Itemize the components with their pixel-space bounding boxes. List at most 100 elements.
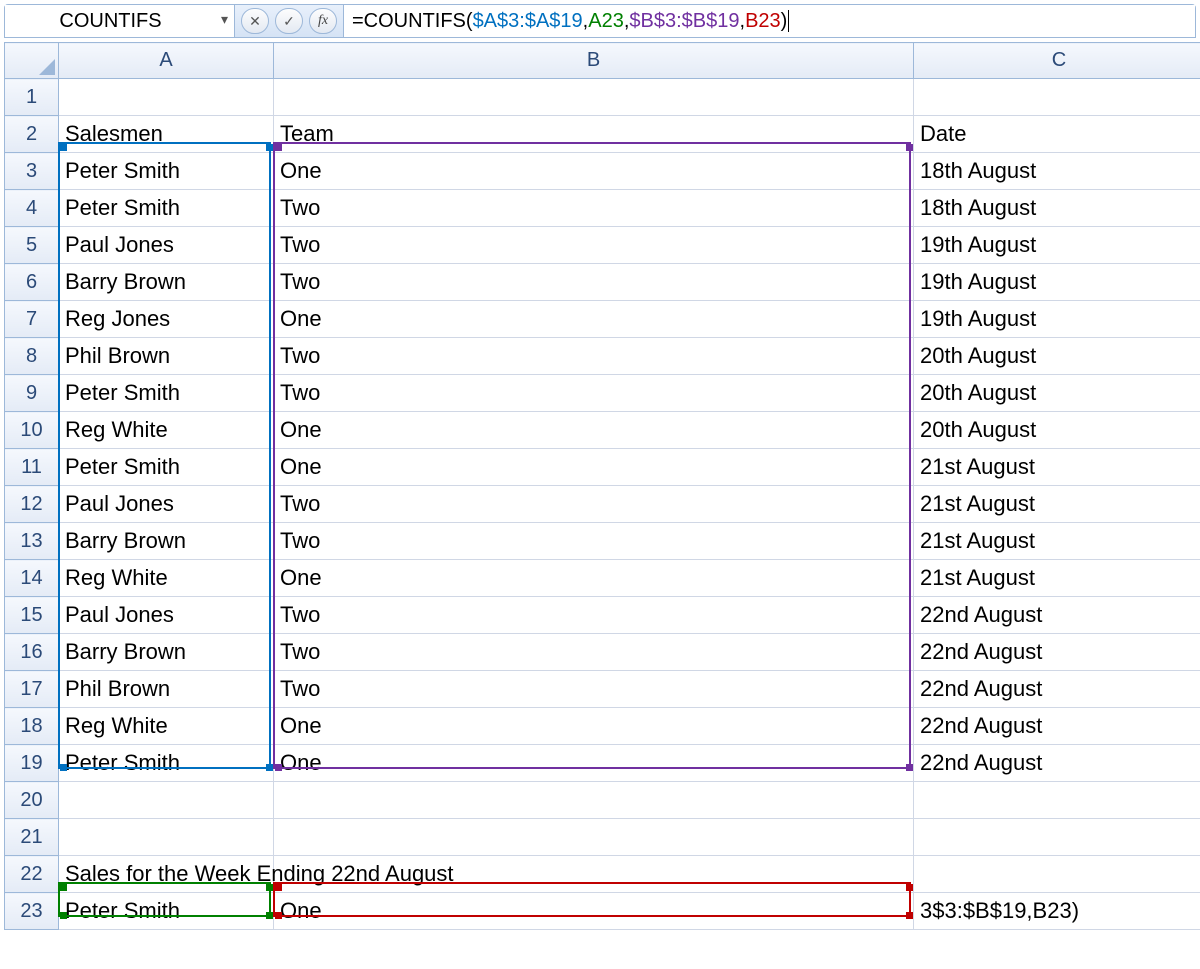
cell-C14[interactable]: 21st August	[914, 560, 1200, 597]
cell-B3[interactable]: One	[274, 153, 914, 190]
row-header-1[interactable]: 1	[5, 79, 59, 116]
cell-C21[interactable]	[914, 819, 1200, 856]
cell-B15[interactable]: Two	[274, 597, 914, 634]
cell-A5[interactable]: Paul Jones	[59, 227, 274, 264]
cell-C1[interactable]	[914, 79, 1200, 116]
cell-A18[interactable]: Reg White	[59, 708, 274, 745]
cell-B5[interactable]: Two	[274, 227, 914, 264]
name-box[interactable]: COUNTIFS	[5, 5, 235, 37]
cell-C12[interactable]: 21st August	[914, 486, 1200, 523]
row-header-8[interactable]: 8	[5, 338, 59, 375]
cell-C10[interactable]: 20th August	[914, 412, 1200, 449]
cell-C23[interactable]: 3$3:$B$19,B23)	[914, 893, 1200, 930]
select-all-corner[interactable]	[5, 43, 59, 79]
row-header-13[interactable]: 13	[5, 523, 59, 560]
cell-B4[interactable]: Two	[274, 190, 914, 227]
row-header-19[interactable]: 19	[5, 745, 59, 782]
row-header-15[interactable]: 15	[5, 597, 59, 634]
formula-input[interactable]: =COUNTIFS($A$3:$A$19,A23,$B$3:$B$19,B23)	[343, 5, 1195, 37]
row-header-2[interactable]: 2	[5, 116, 59, 153]
cell-B12[interactable]: Two	[274, 486, 914, 523]
cell-A6[interactable]: Barry Brown	[59, 264, 274, 301]
row-header-21[interactable]: 21	[5, 819, 59, 856]
cell-B1[interactable]	[274, 79, 914, 116]
cell-C19[interactable]: 22nd August	[914, 745, 1200, 782]
cell-A3[interactable]: Peter Smith	[59, 153, 274, 190]
row-header-6[interactable]: 6	[5, 264, 59, 301]
cell-C16[interactable]: 22nd August	[914, 634, 1200, 671]
row-header-16[interactable]: 16	[5, 634, 59, 671]
col-header-A[interactable]: A	[59, 43, 274, 79]
row-header-4[interactable]: 4	[5, 190, 59, 227]
cell-B16[interactable]: Two	[274, 634, 914, 671]
spreadsheet-grid[interactable]: ABC12SalesmenTeamDate3Peter SmithOne18th…	[4, 42, 1200, 930]
row-header-22[interactable]: 22	[5, 856, 59, 893]
row-header-17[interactable]: 17	[5, 671, 59, 708]
cell-B23[interactable]: One	[274, 893, 914, 930]
enter-icon[interactable]: ✓	[275, 8, 303, 34]
row-header-3[interactable]: 3	[5, 153, 59, 190]
cell-A8[interactable]: Phil Brown	[59, 338, 274, 375]
cell-C13[interactable]: 21st August	[914, 523, 1200, 560]
col-header-C[interactable]: C	[914, 43, 1200, 79]
col-header-B[interactable]: B	[274, 43, 914, 79]
cell-C2[interactable]: Date	[914, 116, 1200, 153]
cancel-icon[interactable]: ✕	[241, 8, 269, 34]
cell-A11[interactable]: Peter Smith	[59, 449, 274, 486]
row-header-12[interactable]: 12	[5, 486, 59, 523]
cell-B8[interactable]: Two	[274, 338, 914, 375]
cell-C4[interactable]: 18th August	[914, 190, 1200, 227]
cell-B9[interactable]: Two	[274, 375, 914, 412]
cell-A9[interactable]: Peter Smith	[59, 375, 274, 412]
cell-C11[interactable]: 21st August	[914, 449, 1200, 486]
cell-A16[interactable]: Barry Brown	[59, 634, 274, 671]
cell-B10[interactable]: One	[274, 412, 914, 449]
cell-C8[interactable]: 20th August	[914, 338, 1200, 375]
cell-A17[interactable]: Phil Brown	[59, 671, 274, 708]
fx-icon[interactable]: fx	[309, 8, 337, 34]
cell-C22[interactable]	[914, 856, 1200, 893]
cell-C20[interactable]	[914, 782, 1200, 819]
cell-A13[interactable]: Barry Brown	[59, 523, 274, 560]
cell-A20[interactable]	[59, 782, 274, 819]
cell-C6[interactable]: 19th August	[914, 264, 1200, 301]
cell-C3[interactable]: 18th August	[914, 153, 1200, 190]
cell-A23[interactable]: Peter Smith	[59, 893, 274, 930]
cell-A4[interactable]: Peter Smith	[59, 190, 274, 227]
cell-A19[interactable]: Peter Smith	[59, 745, 274, 782]
cell-C5[interactable]: 19th August	[914, 227, 1200, 264]
cell-C9[interactable]: 20th August	[914, 375, 1200, 412]
row-header-11[interactable]: 11	[5, 449, 59, 486]
cell-B18[interactable]: One	[274, 708, 914, 745]
cell-B7[interactable]: One	[274, 301, 914, 338]
cell-C18[interactable]: 22nd August	[914, 708, 1200, 745]
row-header-5[interactable]: 5	[5, 227, 59, 264]
cell-B2[interactable]: Team	[274, 116, 914, 153]
cell-C15[interactable]: 22nd August	[914, 597, 1200, 634]
row-header-10[interactable]: 10	[5, 412, 59, 449]
cell-A10[interactable]: Reg White	[59, 412, 274, 449]
cell-A7[interactable]: Reg Jones	[59, 301, 274, 338]
cell-A1[interactable]	[59, 79, 274, 116]
row-header-23[interactable]: 23	[5, 893, 59, 930]
row-header-9[interactable]: 9	[5, 375, 59, 412]
cell-B14[interactable]: One	[274, 560, 914, 597]
cell-B21[interactable]	[274, 819, 914, 856]
cell-B13[interactable]: Two	[274, 523, 914, 560]
cell-B17[interactable]: Two	[274, 671, 914, 708]
cell-A22[interactable]: Sales for the Week Ending 22nd August	[59, 856, 274, 893]
cell-A14[interactable]: Reg White	[59, 560, 274, 597]
cell-A21[interactable]	[59, 819, 274, 856]
cell-B20[interactable]	[274, 782, 914, 819]
row-header-20[interactable]: 20	[5, 782, 59, 819]
cell-C17[interactable]: 22nd August	[914, 671, 1200, 708]
cell-B6[interactable]: Two	[274, 264, 914, 301]
row-header-14[interactable]: 14	[5, 560, 59, 597]
row-header-18[interactable]: 18	[5, 708, 59, 745]
cell-A12[interactable]: Paul Jones	[59, 486, 274, 523]
row-header-7[interactable]: 7	[5, 301, 59, 338]
cell-A15[interactable]: Paul Jones	[59, 597, 274, 634]
cell-C7[interactable]: 19th August	[914, 301, 1200, 338]
cell-B11[interactable]: One	[274, 449, 914, 486]
cell-B19[interactable]: One	[274, 745, 914, 782]
